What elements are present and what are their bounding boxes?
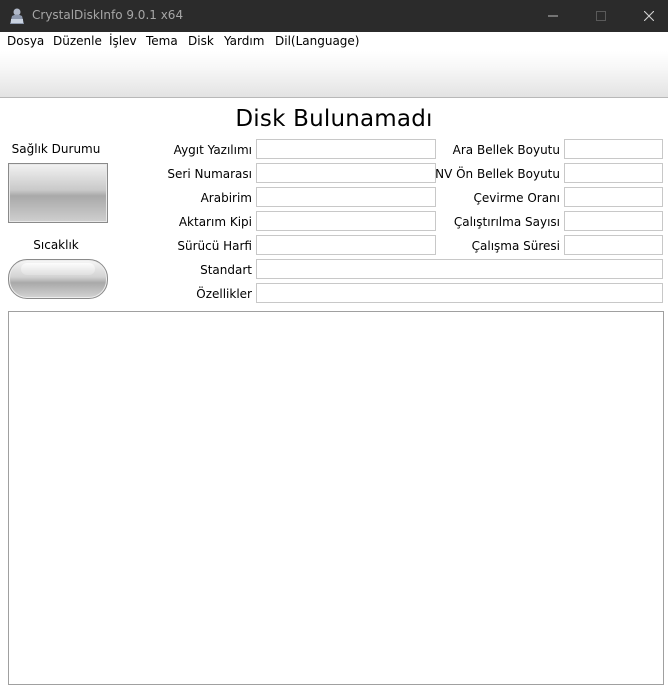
app-icon [10, 8, 24, 24]
nv-cache-size-value [564, 163, 663, 183]
buffer-size-value [564, 139, 663, 159]
transfer-mode-label: Aktarım Kipi [178, 215, 252, 229]
close-icon [644, 11, 654, 21]
rotation-rate-value [564, 187, 663, 207]
health-status-label: Sağlık Durumu [11, 142, 101, 156]
title-bar: CrystalDiskInfo 9.0.1 x64 [0, 0, 668, 32]
disk-title: Disk Bulunamadı [235, 106, 433, 132]
disk-toolbar [0, 51, 668, 98]
features-value [256, 283, 663, 303]
power-on-count-value [564, 211, 663, 231]
drive-letter-value [256, 235, 436, 255]
menu-disk[interactable]: Disk [188, 34, 214, 48]
firmware-value [256, 139, 436, 159]
drive-letter-label: Sürücü Harfi [177, 239, 252, 253]
power-on-count-label: Çalıştırılma Sayısı [453, 215, 560, 229]
temperature-indicator[interactable] [8, 259, 108, 299]
power-on-hours-value [564, 235, 663, 255]
power-on-hours-label: Çalışma Süresi [471, 239, 560, 253]
minimize-icon [548, 15, 558, 17]
window-title: CrystalDiskInfo 9.0.1 x64 [32, 8, 184, 22]
menu-file[interactable]: Dosya [7, 34, 44, 48]
standard-value [256, 259, 663, 279]
menu-edit[interactable]: Düzenle [53, 34, 102, 48]
nv-cache-size-label: NV Ön Bellek Boyutu [435, 167, 560, 181]
menu-bar: Dosya Düzenle İşlev Tema Disk Yardım Dil… [0, 32, 668, 51]
rotation-rate-label: Çevirme Oranı [473, 191, 560, 205]
standard-label: Standart [200, 263, 252, 277]
transfer-mode-value [256, 211, 436, 231]
close-button[interactable] [626, 0, 668, 32]
serial-number-value [256, 163, 436, 183]
menu-help[interactable]: Yardım [224, 34, 264, 48]
maximize-icon [596, 11, 606, 21]
interface-label: Arabirim [200, 191, 252, 205]
buffer-size-label: Ara Bellek Boyutu [452, 143, 560, 157]
firmware-label: Aygıt Yazılımı [173, 143, 252, 157]
interface-value [256, 187, 436, 207]
menu-language[interactable]: Dil(Language) [275, 34, 360, 48]
maximize-button[interactable] [578, 0, 624, 32]
serial-number-label: Seri Numarası [167, 167, 252, 181]
minimize-button[interactable] [530, 0, 576, 32]
temperature-label: Sıcaklık [33, 238, 79, 252]
menu-function[interactable]: İşlev [109, 34, 137, 48]
health-status-indicator[interactable] [8, 163, 108, 223]
menu-theme[interactable]: Tema [146, 34, 178, 48]
features-label: Özellikler [196, 287, 252, 301]
smart-attributes-list[interactable] [8, 311, 664, 685]
